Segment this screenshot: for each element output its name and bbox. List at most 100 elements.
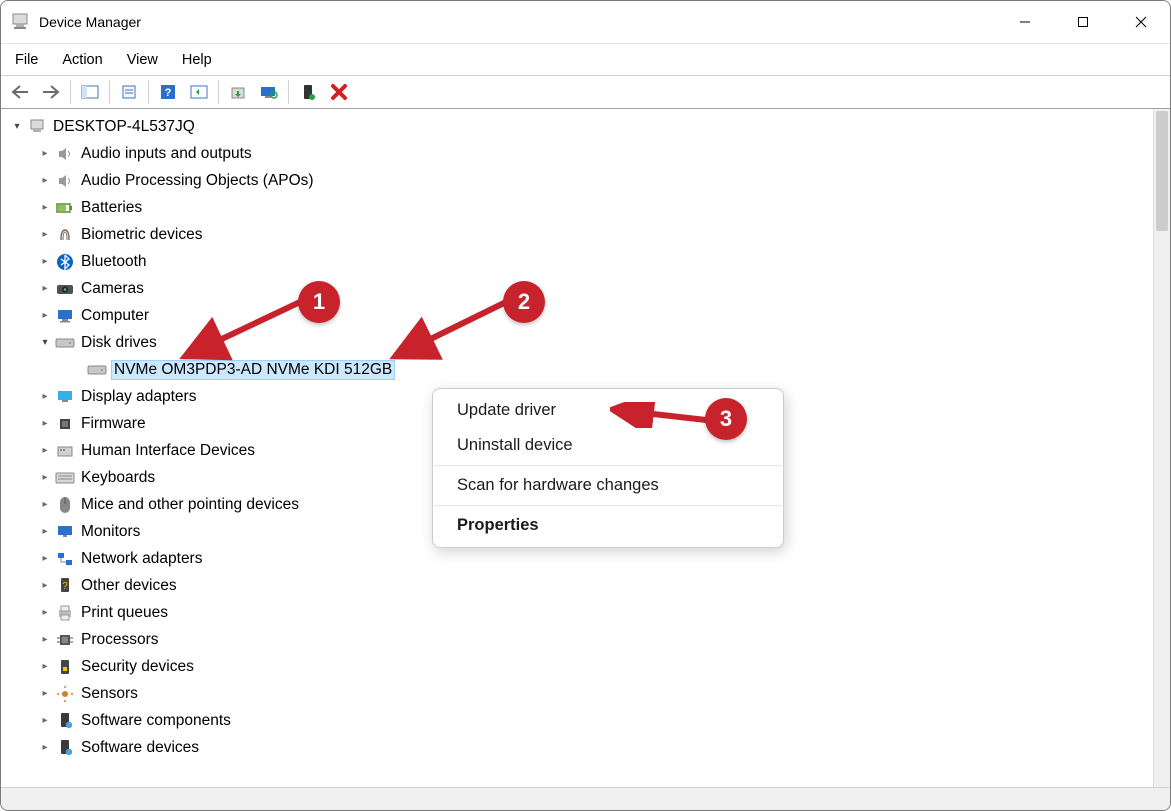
scroll-thumb[interactable] (1156, 111, 1168, 231)
tree-category[interactable]: ▸ Print queues (1, 599, 1153, 626)
properties-button[interactable] (114, 78, 144, 106)
tree-category-label: Software devices (79, 739, 201, 757)
tree-category[interactable]: ▸? Other devices (1, 572, 1153, 599)
maximize-button[interactable] (1054, 1, 1112, 43)
chevron-right-icon[interactable]: ▸ (37, 715, 53, 726)
help-button[interactable]: ? (153, 78, 183, 106)
tree-category[interactable]: ▾Disk drives (1, 329, 1153, 356)
tree-category-label: Audio Processing Objects (APOs) (79, 172, 316, 190)
annotation-badge: 3 (705, 398, 747, 440)
titlebar: Device Manager (1, 1, 1170, 43)
chevron-right-icon[interactable]: ▸ (37, 256, 53, 267)
menu-file[interactable]: File (3, 48, 50, 72)
tree-category[interactable]: ▸ Software devices (1, 734, 1153, 761)
window-title: Device Manager (39, 14, 141, 30)
tree-category[interactable]: ▸ Security devices (1, 653, 1153, 680)
chevron-right-icon[interactable]: ▸ (37, 553, 53, 564)
tree-category[interactable]: ▸ Biometric devices (1, 221, 1153, 248)
chevron-right-icon[interactable]: ▸ (37, 148, 53, 159)
keyboard-icon (55, 468, 75, 488)
disk-icon (55, 333, 75, 353)
sensor-icon (55, 684, 75, 704)
tree-category-label: Cameras (79, 280, 146, 298)
chevron-down-icon[interactable]: ▾ (37, 337, 53, 348)
chevron-right-icon[interactable]: ▸ (37, 472, 53, 483)
statusbar (1, 787, 1170, 810)
mouse-icon (55, 495, 75, 515)
chevron-right-icon[interactable]: ▸ (37, 445, 53, 456)
tree-category-label: Security devices (79, 658, 196, 676)
tree-category-label: Sensors (79, 685, 140, 703)
tree-category[interactable]: ▸ Batteries (1, 194, 1153, 221)
context-menu-item[interactable]: Properties (433, 508, 783, 543)
display-icon (55, 387, 75, 407)
chevron-right-icon[interactable]: ▸ (37, 283, 53, 294)
tree-category[interactable]: ▸ Audio inputs and outputs (1, 140, 1153, 167)
chevron-right-icon[interactable]: ▸ (37, 418, 53, 429)
forward-button[interactable] (36, 78, 66, 106)
tree-category-label: Biometric devices (79, 226, 204, 244)
action-button[interactable] (184, 78, 214, 106)
tree-category[interactable]: ▸ Processors (1, 626, 1153, 653)
tree-category-label: Processors (79, 631, 161, 649)
chevron-right-icon[interactable]: ▸ (37, 634, 53, 645)
other-icon: ? (55, 576, 75, 596)
menu-help[interactable]: Help (170, 48, 224, 72)
chevron-right-icon[interactable]: ▸ (37, 229, 53, 240)
chevron-right-icon[interactable]: ▸ (37, 499, 53, 510)
computer-icon (27, 117, 47, 137)
software-icon (55, 711, 75, 731)
tree-device[interactable]: NVMe OM3PDP3-AD NVMe KDI 512GB (1, 356, 1153, 383)
minimize-button[interactable] (996, 1, 1054, 43)
tree-root[interactable]: ▾DESKTOP-4L537JQ (1, 113, 1153, 140)
cpu-icon (55, 630, 75, 650)
enable-device-button[interactable] (293, 78, 323, 106)
tree-category-label: Batteries (79, 199, 144, 217)
menubar: File Action View Help (1, 43, 1170, 75)
tree-category[interactable]: ▸ Network adapters (1, 545, 1153, 572)
tree-category-label: Firmware (79, 415, 148, 433)
back-button[interactable] (5, 78, 35, 106)
chevron-right-icon[interactable]: ▸ (37, 661, 53, 672)
chevron-right-icon[interactable]: ▸ (37, 580, 53, 591)
tree-category[interactable]: ▸ Audio Processing Objects (APOs) (1, 167, 1153, 194)
tree-category-label: Other devices (79, 577, 179, 595)
tree-category[interactable]: ▸ Cameras (1, 275, 1153, 302)
show-hide-console-button[interactable] (75, 78, 105, 106)
tree-category-label: Audio inputs and outputs (79, 145, 254, 163)
vertical-scrollbar[interactable] (1153, 109, 1170, 787)
battery-icon (55, 198, 75, 218)
chevron-right-icon[interactable]: ▸ (37, 310, 53, 321)
tree-category[interactable]: ▸ Sensors (1, 680, 1153, 707)
tree-category[interactable]: ▸Computer (1, 302, 1153, 329)
tree-category-label: Mice and other pointing devices (79, 496, 301, 514)
chevron-down-icon[interactable]: ▾ (9, 121, 25, 132)
chevron-right-icon[interactable]: ▸ (37, 688, 53, 699)
tree-category-label: Display adapters (79, 388, 198, 406)
tree-category-label: Print queues (79, 604, 170, 622)
chevron-right-icon[interactable]: ▸ (37, 742, 53, 753)
uninstall-device-button[interactable] (324, 78, 354, 106)
menu-view[interactable]: View (115, 48, 170, 72)
context-menu-item[interactable]: Scan for hardware changes (433, 468, 783, 503)
chevron-right-icon[interactable]: ▸ (37, 526, 53, 537)
menu-action[interactable]: Action (50, 48, 114, 72)
tree-category-label: Network adapters (79, 550, 204, 568)
chevron-right-icon[interactable]: ▸ (37, 607, 53, 618)
tree-category[interactable]: ▸ Software components (1, 707, 1153, 734)
svg-text:?: ? (62, 581, 68, 592)
software-icon (55, 738, 75, 758)
chevron-right-icon[interactable]: ▸ (37, 391, 53, 402)
tree-category-label: Monitors (79, 523, 142, 541)
chevron-right-icon[interactable]: ▸ (37, 202, 53, 213)
tree-category[interactable]: ▸Bluetooth (1, 248, 1153, 275)
svg-text:?: ? (165, 87, 172, 99)
chevron-right-icon[interactable]: ▸ (37, 175, 53, 186)
tree-device-label: NVMe OM3PDP3-AD NVMe KDI 512GB (111, 360, 395, 380)
context-menu-separator (434, 465, 782, 466)
scan-hardware-button[interactable] (254, 78, 284, 106)
close-button[interactable] (1112, 1, 1170, 43)
update-driver-button[interactable] (223, 78, 253, 106)
tree-category-label: Software components (79, 712, 233, 730)
hid-icon (55, 441, 75, 461)
